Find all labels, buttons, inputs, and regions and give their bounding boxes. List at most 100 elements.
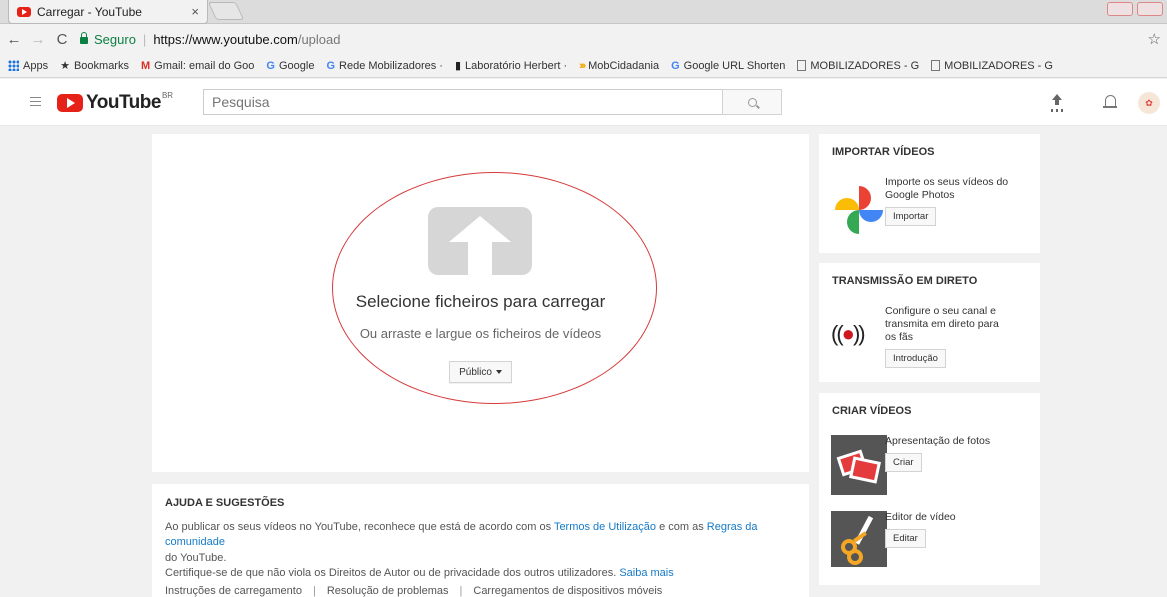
laboratorio-icon: ▮ [454, 60, 462, 72]
search-input[interactable] [203, 89, 723, 115]
introduction-button[interactable]: Introdução [885, 349, 946, 368]
bookmark-gmail[interactable]: M Gmail: email do Goo [141, 60, 254, 72]
search-button[interactable] [722, 89, 782, 115]
bookmark-label: Bookmarks [73, 59, 129, 72]
create-button[interactable]: Criar [885, 453, 922, 472]
edit-button[interactable]: Editar [885, 529, 926, 548]
live-description: Configure o seu canal e transmita em dir… [885, 305, 999, 343]
create-videos-card: CRIAR VÍDEOS Apresentação de fotos Criar… [819, 393, 1040, 585]
document-icon [931, 60, 941, 71]
document-icon [797, 60, 807, 71]
help-heading: AJUDA E SUGESTÕES [165, 497, 285, 509]
bookmark-google[interactable]: G Google [266, 60, 314, 72]
privacy-dropdown[interactable]: Público [449, 361, 512, 383]
bookmark-label: Google [278, 59, 315, 72]
help-text: Certifique-se de que não viola os Direit… [165, 567, 617, 579]
bookmark-bookmarks[interactable]: ★ Bookmarks [60, 59, 129, 73]
bookmark-apps[interactable]: Apps [8, 60, 48, 72]
bookmark-mobilizadores-1[interactable]: MOBILIZADORES - G [797, 60, 919, 72]
browser-toolbar: ← → C Seguro | https://www.youtube.com/u… [0, 24, 1167, 54]
import-videos-card: IMPORTAR VÍDEOS Importe os seus vídeos d… [819, 134, 1040, 253]
reload-icon[interactable]: C [52, 31, 72, 48]
divider: | [312, 584, 316, 597]
bookmark-label: Gmail: email do Goo [154, 59, 255, 72]
tab-close-icon[interactable]: × [191, 4, 199, 19]
address-bar[interactable]: Seguro | https://www.youtube.com/upload [80, 28, 1148, 50]
avatar[interactable]: ✿ [1138, 92, 1160, 114]
live-heading: TRANSMISSÃO EM DIRETO [832, 275, 978, 287]
help-text: e com as [656, 520, 707, 533]
bookmark-mobilizadores-2[interactable]: MOBILIZADORES - G [931, 60, 1053, 72]
upload-dropzone[interactable]: Selecione ficheiros para carregar Ou arr… [152, 134, 809, 472]
terms-link[interactable]: Termos de Utilização [554, 521, 656, 533]
bookmark-label: Rede Mobilizadores · [339, 59, 443, 72]
upload-arrow-icon[interactable] [428, 207, 532, 275]
bookmark-label: MOBILIZADORES - G [810, 59, 920, 72]
youtube-logo[interactable]: YouTube BR [57, 90, 174, 114]
bookmark-rede-mobilizadores[interactable]: G Rede Mobilizadores · [326, 60, 443, 72]
lock-icon [80, 32, 88, 44]
apps-grid-icon [8, 60, 19, 71]
gmail-icon: M [140, 59, 151, 72]
google-icon: G [326, 59, 336, 72]
new-tab-button[interactable] [207, 2, 245, 20]
help-terms-text: Ao publicar os seus vídeos no YouTube, r… [165, 520, 797, 567]
menu-icon[interactable] [30, 97, 41, 106]
youtube-wordmark: YouTube [86, 92, 161, 113]
notifications-bell-icon[interactable] [1103, 95, 1117, 108]
browser-tabstrip: Carregar - YouTube × [0, 0, 1167, 24]
search-icon [747, 97, 757, 107]
bookmarks-bar: Apps ★ Bookmarks M Gmail: email do Goo G Go… [0, 54, 1167, 78]
bookmark-laboratorio[interactable]: ▮ Laboratório Herbert · [454, 59, 567, 73]
import-text-block: Importe os seus vídeos do Google Photos … [885, 176, 1010, 226]
back-icon[interactable]: ← [4, 31, 24, 48]
browser-tab[interactable]: Carregar - YouTube × [8, 0, 208, 24]
divider: | [459, 584, 463, 597]
bookmark-label: MOBILIZADORES - G [944, 59, 1053, 72]
upload-icon[interactable] [1050, 94, 1064, 110]
google-icon: G [671, 59, 680, 72]
google-photos-icon [835, 186, 883, 234]
forward-icon[interactable]: → [28, 31, 48, 48]
upload-title[interactable]: Selecione ficheiros para carregar [152, 292, 809, 312]
bookmark-star-icon[interactable]: ☆ [1148, 30, 1161, 48]
window-user-button[interactable] [1107, 2, 1133, 16]
help-links: Instruções de carregamento | Resolução de … [165, 584, 797, 597]
arrow-head [449, 216, 511, 242]
import-button[interactable]: Importar [885, 207, 937, 226]
youtube-play-icon [57, 94, 83, 112]
create-heading: CRIAR VÍDEOS [832, 405, 912, 417]
import-heading: IMPORTAR VÍDEOS [832, 146, 935, 158]
window-minimize-button[interactable] [1137, 2, 1163, 16]
help-panel: AJUDA E SUGESTÕES Ao publicar os seus ví… [152, 484, 809, 597]
learn-more-link[interactable]: Saiba mais [619, 567, 673, 579]
caret-down-icon [495, 370, 502, 374]
tab-title: Carregar - YouTube [37, 4, 142, 19]
mobile-uploads-link[interactable]: Carregamentos de dispositivos móveis [473, 585, 662, 597]
editor-text-block: Editor de vídeo Editar [885, 511, 1010, 548]
troubleshooting-link[interactable]: Resolução de problemas [327, 585, 449, 597]
window-controls [1107, 2, 1163, 16]
url-host: https://www.youtube.com [153, 31, 298, 47]
secure-label: Seguro [94, 31, 136, 47]
mobcidadania-icon: ››› [579, 59, 586, 72]
live-streaming-card: TRANSMISSÃO EM DIRETO ((●)) Configure o … [819, 263, 1040, 382]
bookmark-google-url-shortener[interactable]: G Google URL Shorten [671, 60, 785, 72]
youtube-favicon-icon [17, 6, 31, 17]
photos-text-block: Apresentação de fotos Criar [885, 435, 1010, 472]
photo-slideshow-icon [831, 435, 887, 495]
arrow-stem [468, 241, 492, 275]
help-text: Ao publicar os seus vídeos no YouTube, r… [165, 520, 554, 533]
bookmark-label: MobCidadania [588, 59, 660, 72]
upload-instructions-link[interactable]: Instruções de carregamento [165, 585, 302, 597]
star-icon: ★ [60, 60, 70, 72]
url-path: /upload [297, 31, 341, 47]
upload-subtitle: Ou arraste e largue os ficheiros de víde… [359, 326, 602, 341]
youtube-masthead: YouTube BR ✿ [0, 79, 1167, 126]
bookmark-mobcidadania[interactable]: ››› MobCidadania [579, 60, 659, 72]
country-code: BR [161, 90, 174, 100]
address-separator: | [142, 31, 147, 47]
bookmark-label: Apps [23, 59, 49, 72]
bookmark-label: Google URL Shorten [683, 59, 786, 72]
video-editor-icon [831, 511, 887, 567]
